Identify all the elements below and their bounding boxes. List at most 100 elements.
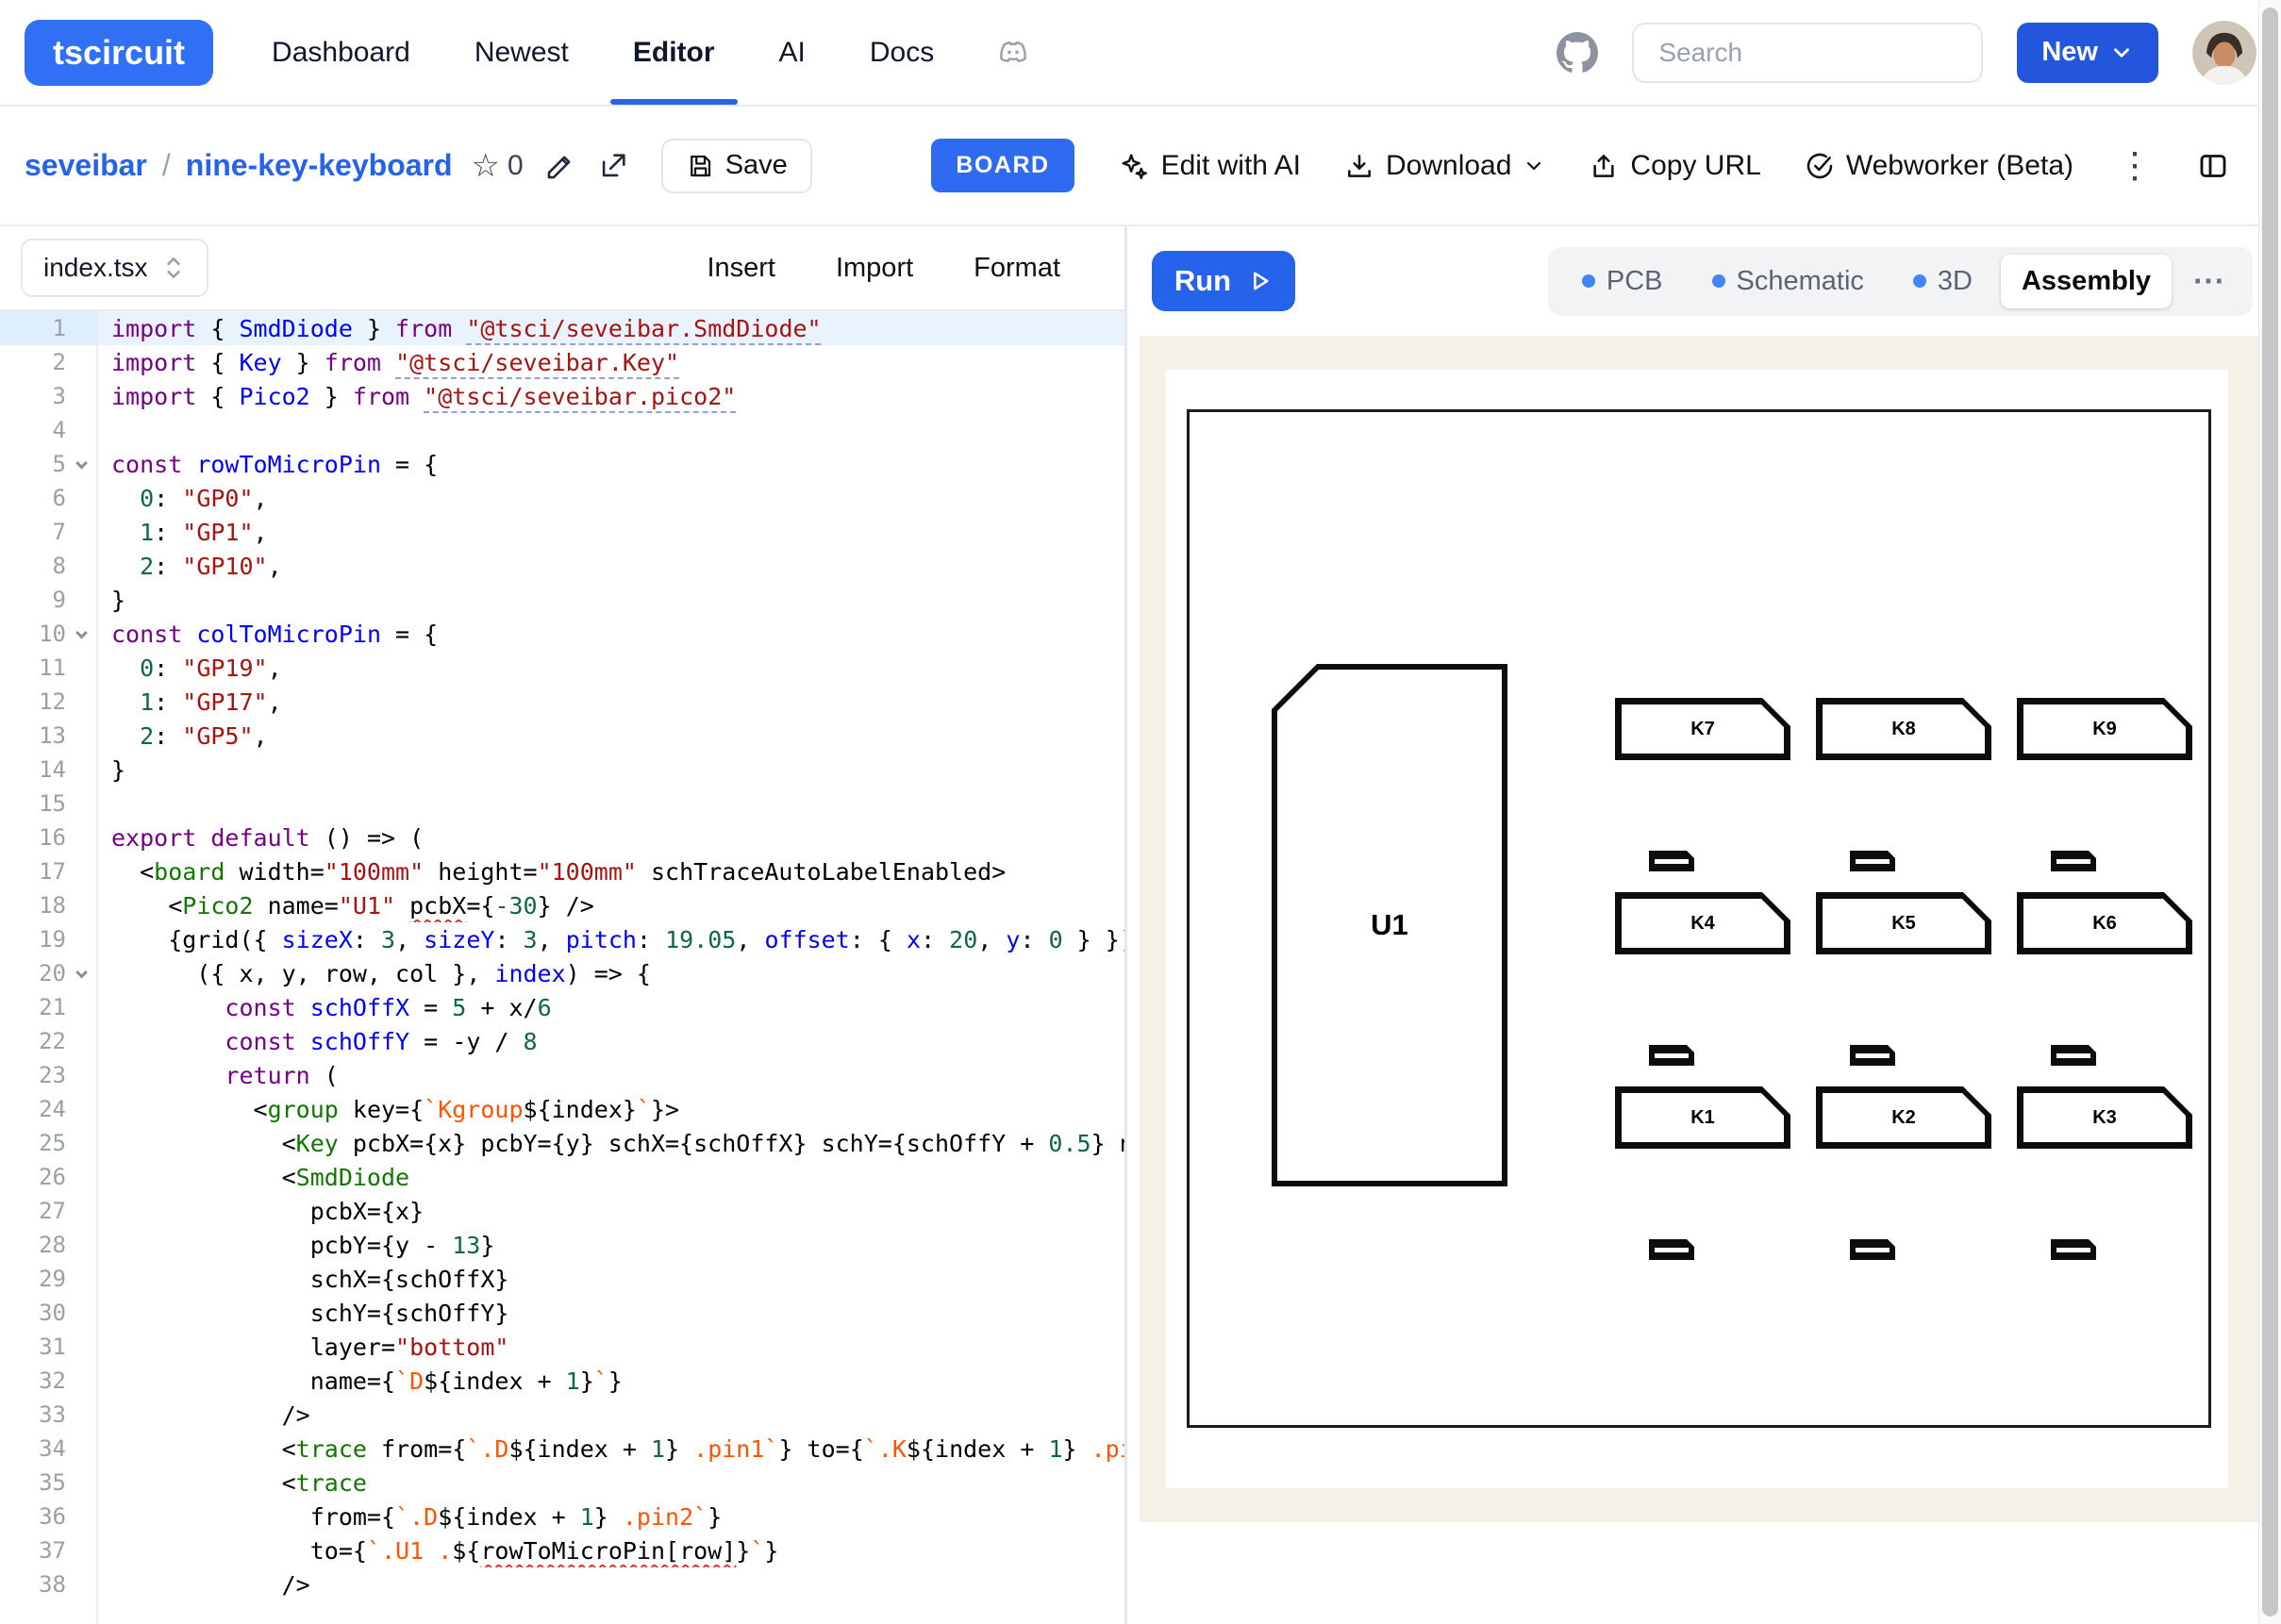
github-icon[interactable] xyxy=(1557,32,1598,74)
fold-chevron-icon[interactable] xyxy=(75,456,88,469)
new-button[interactable]: New xyxy=(2017,23,2158,83)
nav-item-ai[interactable]: AI xyxy=(747,0,838,105)
key-k8[interactable]: K8 xyxy=(1816,698,1991,760)
code-line-19[interactable]: 19 {grid({ sizeX: 3, sizeY: 3, pitch: 19… xyxy=(0,922,1124,956)
nav-item-editor[interactable]: Editor xyxy=(601,0,747,105)
avatar[interactable] xyxy=(2192,21,2256,85)
nav-item-newest[interactable]: Newest xyxy=(442,0,601,105)
code-line-20[interactable]: 20 ({ x, y, row, col }, index) => { xyxy=(0,956,1124,990)
code-line-1[interactable]: 1import { SmdDiode } from "@tsci/seveiba… xyxy=(0,311,1124,345)
code-line-5[interactable]: 5const rowToMicroPin = { xyxy=(0,447,1124,481)
diode[interactable] xyxy=(2051,851,2096,871)
code-line-15[interactable]: 15 xyxy=(0,787,1124,820)
code-line-9[interactable]: 9} xyxy=(0,583,1124,617)
code-editor[interactable]: 1import { SmdDiode } from "@tsci/seveiba… xyxy=(0,311,1124,1624)
code-line-18[interactable]: 18 <Pico2 name="U1" pcbX={-30} /> xyxy=(0,888,1124,922)
code-line-16[interactable]: 16export default () => ( xyxy=(0,820,1124,854)
code-line-29[interactable]: 29 schX={schOffX} xyxy=(0,1262,1124,1296)
diode[interactable] xyxy=(1850,851,1895,871)
tab-schematic[interactable]: Schematic xyxy=(1691,255,1885,308)
diode[interactable] xyxy=(2051,1239,2096,1260)
diode[interactable] xyxy=(2051,1045,2096,1066)
webworker-button[interactable]: Webworker (Beta) xyxy=(1805,150,2073,182)
code-line-7[interactable]: 7 1: "GP1", xyxy=(0,515,1124,549)
key-k7[interactable]: K7 xyxy=(1615,698,1790,760)
menu-item-insert[interactable]: Insert xyxy=(707,253,775,284)
key-k4[interactable]: K4 xyxy=(1615,892,1790,954)
save-button[interactable]: Save xyxy=(661,139,812,193)
code-line-23[interactable]: 23 return ( xyxy=(0,1058,1124,1092)
code-line-24[interactable]: 24 <group key={`Kgroup${index}`}> xyxy=(0,1092,1124,1126)
diode[interactable] xyxy=(1649,1045,1694,1066)
project-name-link[interactable]: nine-key-keyboard xyxy=(186,148,453,183)
code-line-12[interactable]: 12 1: "GP17", xyxy=(0,685,1124,719)
diode[interactable] xyxy=(1850,1045,1895,1066)
file-selector[interactable]: index.tsx xyxy=(21,239,208,297)
code-line-2[interactable]: 2import { Key } from "@tsci/seveibar.Key… xyxy=(0,345,1124,379)
tab-pcb[interactable]: PCB xyxy=(1561,255,1684,308)
code-line-22[interactable]: 22 const schOffY = -y / 8 xyxy=(0,1024,1124,1058)
code-line-25[interactable]: 25 <Key pcbX={x} pcbY={y} schX={schOffX}… xyxy=(0,1126,1124,1160)
key-k2[interactable]: K2 xyxy=(1816,1086,1991,1149)
more-tabs-button[interactable]: ⋯ xyxy=(2179,262,2239,300)
panel-toggle-button[interactable] xyxy=(2196,149,2230,183)
fold-chevron-icon[interactable] xyxy=(75,966,88,978)
scrollbar-thumb[interactable] xyxy=(2262,8,2278,1616)
menu-item-format[interactable]: Format xyxy=(974,253,1060,284)
key-k3[interactable]: K3 xyxy=(2017,1086,2192,1149)
diode[interactable] xyxy=(1850,1239,1895,1260)
rename-button[interactable] xyxy=(544,150,576,182)
code-line-11[interactable]: 11 0: "GP19", xyxy=(0,651,1124,685)
key-k5[interactable]: K5 xyxy=(1816,892,1991,954)
fold-chevron-icon[interactable] xyxy=(75,626,88,638)
code-line-30[interactable]: 30 schY={schOffY} xyxy=(0,1296,1124,1330)
edit-with-ai-button[interactable]: Edit with AI xyxy=(1118,150,1301,182)
component-u1[interactable]: U1 xyxy=(1272,664,1507,1186)
code-line-26[interactable]: 26 <SmdDiode xyxy=(0,1160,1124,1194)
code-line-8[interactable]: 8 2: "GP10", xyxy=(0,549,1124,583)
line-number: 17 xyxy=(0,854,96,888)
code-line-31[interactable]: 31 layer="bottom" xyxy=(0,1330,1124,1364)
code-line-35[interactable]: 35 <trace xyxy=(0,1466,1124,1500)
line-number: 24 xyxy=(0,1092,96,1126)
nav-item-docs[interactable]: Docs xyxy=(838,0,966,105)
code-line-33[interactable]: 33 /> xyxy=(0,1398,1124,1432)
code-line-14[interactable]: 14} xyxy=(0,753,1124,787)
code-line-21[interactable]: 21 const schOffX = 5 + x/6 xyxy=(0,990,1124,1024)
tscircuit-logo[interactable]: tscircuit xyxy=(25,20,213,86)
open-external-button[interactable] xyxy=(597,150,629,182)
code-line-34[interactable]: 34 <trace from={`.D${index + 1} .pin1`} … xyxy=(0,1432,1124,1466)
diode[interactable] xyxy=(1649,1239,1694,1260)
menu-item-import[interactable]: Import xyxy=(836,253,913,284)
more-actions-button[interactable]: ⋮ xyxy=(2117,148,2153,184)
code-line-37[interactable]: 37 to={`.U1 .${rowToMicroPin[row]}`} xyxy=(0,1533,1124,1567)
code-line-3[interactable]: 3import { Pico2 } from "@tsci/seveibar.p… xyxy=(0,379,1124,413)
code-line-17[interactable]: 17 <board width="100mm" height="100mm" s… xyxy=(0,854,1124,888)
diode[interactable] xyxy=(1649,851,1694,871)
code-line-28[interactable]: 28 pcbY={y - 13} xyxy=(0,1228,1124,1262)
code-line-10[interactable]: 10const colToMicroPin = { xyxy=(0,617,1124,651)
code-line-13[interactable]: 13 2: "GP5", xyxy=(0,719,1124,753)
search-input[interactable] xyxy=(1632,23,1983,83)
discord-icon[interactable] xyxy=(994,34,1032,72)
code-line-27[interactable]: 27 pcbX={x} xyxy=(0,1194,1124,1228)
tab-3d[interactable]: 3D xyxy=(1892,255,1993,308)
scrollbar[interactable] xyxy=(2258,0,2281,1624)
owner-link[interactable]: seveibar xyxy=(25,148,147,183)
tab-assembly[interactable]: Assembly xyxy=(2001,255,2172,308)
code-line-32[interactable]: 32 name={`D${index + 1}`} xyxy=(0,1364,1124,1398)
key-k9[interactable]: K9 xyxy=(2017,698,2192,760)
code-line-4[interactable]: 4 xyxy=(0,413,1124,447)
code-line-38[interactable]: 38 /> xyxy=(0,1567,1124,1601)
nav-item-dashboard[interactable]: Dashboard xyxy=(240,0,442,105)
download-button[interactable]: Download xyxy=(1344,150,1545,182)
star-button[interactable]: ☆ 0 xyxy=(472,150,524,182)
key-k1[interactable]: K1 xyxy=(1615,1086,1790,1149)
editor-menus: Insert Import Format xyxy=(707,253,1060,284)
code-line-6[interactable]: 6 0: "GP0", xyxy=(0,481,1124,515)
copy-url-button[interactable]: Copy URL xyxy=(1589,150,1760,182)
run-button[interactable]: Run xyxy=(1152,251,1295,311)
key-k6[interactable]: K6 xyxy=(2017,892,2192,954)
assembly-canvas[interactable]: U1 K7 K8 K9 K4 K5 K6 K1 K2 K3 xyxy=(1140,336,2258,1522)
code-line-36[interactable]: 36 from={`.D${index + 1} .pin2`} xyxy=(0,1500,1124,1533)
